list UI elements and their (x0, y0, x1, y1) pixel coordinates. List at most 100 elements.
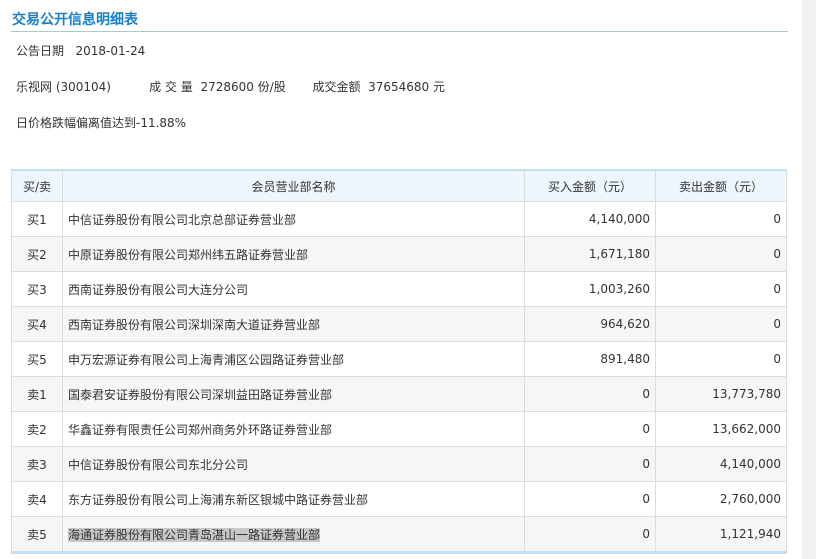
cell-member: 中原证券股份有限公司郑州纬五路证券营业部 (62, 236, 525, 272)
member-text: 国泰君安证券股份有限公司深圳益田路证券营业部 (68, 387, 333, 402)
sell-amount-text: 2,760,000 (719, 492, 781, 506)
cell-member: 东方证券股份有限公司上海浦东新区银城中路证券营业部 (62, 481, 525, 517)
sell-amount-text: 1,121,940 (719, 527, 781, 541)
cell-sell-amount: 1,121,940 (655, 516, 787, 553)
member-text: 华鑫证券有限责任公司郑州商务外环路证券营业部 (68, 422, 333, 437)
side-text: 卖5 (27, 527, 47, 542)
table-row: 卖4 东方证券股份有限公司上海浦东新区银城中路证券营业部 0 2,760,000 (11, 481, 787, 517)
cell-sell-amount: 0 (655, 306, 787, 342)
cell-sell-amount: 0 (655, 341, 787, 377)
amount-value: 37654680 元 (368, 80, 446, 94)
cell-sell-amount: 13,662,000 (655, 411, 787, 447)
side-text: 买3 (27, 282, 47, 297)
cell-side: 买4 (11, 306, 63, 342)
header-buy: 买入金额（元） (524, 169, 656, 202)
cell-side: 卖3 (11, 446, 63, 482)
header-sell: 卖出金额（元） (655, 169, 787, 202)
sell-amount-text: 0 (773, 352, 781, 366)
sell-amount-text: 0 (773, 282, 781, 296)
summary-line: 乐视网 (300104) 成 交 量 2728600 份/股 成交金额 3765… (16, 78, 445, 95)
side-text: 卖3 (27, 457, 47, 472)
member-text: 申万宏源证券有限公司上海青浦区公园路证券营业部 (68, 352, 345, 367)
cell-sell-amount: 0 (655, 271, 787, 307)
cell-member: 中信证券股份有限公司东北分公司 (62, 446, 525, 482)
cell-sell-amount: 0 (655, 201, 787, 237)
date-line: 公告日期 2018-01-24 (16, 42, 145, 59)
date-label: 公告日期 (16, 44, 65, 58)
side-text: 卖2 (27, 422, 47, 437)
volume-label: 成 交 量 (149, 80, 193, 94)
cell-buy-amount: 0 (524, 481, 656, 517)
cell-buy-amount: 4,140,000 (524, 201, 656, 237)
member-text: 海通证券股份有限公司青岛湛山一路证券营业部 (68, 527, 321, 542)
title-divider (11, 31, 788, 32)
cell-side: 卖1 (11, 376, 63, 412)
scrollbar[interactable] (802, 0, 816, 559)
cell-buy-amount: 0 (524, 376, 656, 412)
cell-member: 西南证券股份有限公司大连分公司 (62, 271, 525, 307)
sell-amount-text: 13,662,000 (712, 422, 781, 436)
volume-value: 2728600 份/股 (200, 80, 286, 94)
cell-side: 买5 (11, 341, 63, 377)
cell-sell-amount: 0 (655, 236, 787, 272)
cell-buy-amount: 0 (524, 516, 656, 553)
sell-amount-text: 13,773,780 (712, 387, 781, 401)
buy-amount-text: 964,620 (600, 317, 650, 331)
buy-amount-text: 0 (642, 422, 650, 436)
buy-amount-text: 4,140,000 (588, 212, 650, 226)
side-text: 卖4 (27, 492, 47, 507)
side-text: 卖1 (27, 387, 47, 402)
side-text: 买5 (27, 352, 47, 367)
cell-member: 华鑫证券有限责任公司郑州商务外环路证券营业部 (62, 411, 525, 447)
cell-side: 买2 (11, 236, 63, 272)
side-text: 买4 (27, 317, 47, 332)
cell-side: 卖2 (11, 411, 63, 447)
member-text: 西南证券股份有限公司深圳深南大道证券营业部 (68, 317, 321, 332)
cell-member: 申万宏源证券有限公司上海青浦区公园路证券营业部 (62, 341, 525, 377)
page-title: 交易公开信息明细表 (12, 12, 138, 28)
header-member: 会员营业部名称 (62, 169, 525, 202)
cell-buy-amount: 1,003,260 (524, 271, 656, 307)
cell-sell-amount: 2,760,000 (655, 481, 787, 517)
table-header: 买/卖 会员营业部名称 买入金额（元） 卖出金额（元） (11, 169, 787, 202)
member-text: 中信证券股份有限公司东北分公司 (68, 457, 249, 472)
cell-sell-amount: 4,140,000 (655, 446, 787, 482)
buy-amount-text: 1,671,180 (588, 247, 650, 261)
side-text: 买2 (27, 247, 47, 262)
cell-buy-amount: 1,671,180 (524, 236, 656, 272)
deviation-note: 日价格跌幅偏离值达到-11.88% (16, 116, 187, 130)
member-text: 中信证券股份有限公司北京总部证券营业部 (68, 212, 297, 227)
cell-side: 卖4 (11, 481, 63, 517)
buy-amount-text: 891,480 (600, 352, 650, 366)
cell-buy-amount: 964,620 (524, 306, 656, 342)
buy-amount-text: 0 (642, 457, 650, 471)
cell-side: 买3 (11, 271, 63, 307)
amount-label: 成交金额 (312, 80, 361, 94)
date-value: 2018-01-24 (75, 44, 146, 58)
table-row: 卖3 中信证券股份有限公司东北分公司 0 4,140,000 (11, 446, 787, 482)
cell-buy-amount: 891,480 (524, 341, 656, 377)
member-text: 东方证券股份有限公司上海浦东新区银城中路证券营业部 (68, 492, 369, 507)
cell-side: 卖5 (11, 516, 63, 553)
sell-amount-text: 4,140,000 (719, 457, 781, 471)
cell-sell-amount: 13,773,780 (655, 376, 787, 412)
sell-amount-text: 0 (773, 317, 781, 331)
cell-member: 中信证券股份有限公司北京总部证券营业部 (62, 201, 525, 237)
trade-detail-table: 买/卖 会员营业部名称 买入金额（元） 卖出金额（元） 买1 中信证券股份有限公司… (11, 169, 787, 554)
buy-amount-text: 0 (642, 492, 650, 506)
table-row: 卖5 海通证券股份有限公司青岛湛山一路证券营业部 0 1,121,940 (11, 516, 787, 553)
table-row: 买1 中信证券股份有限公司北京总部证券营业部 4,140,000 0 (11, 201, 787, 237)
table-row: 买3 西南证券股份有限公司大连分公司 1,003,260 0 (11, 271, 787, 307)
member-text: 西南证券股份有限公司大连分公司 (68, 282, 249, 297)
sell-amount-text: 0 (773, 247, 781, 261)
cell-member: 西南证券股份有限公司深圳深南大道证券营业部 (62, 306, 525, 342)
buy-amount-text: 0 (642, 387, 650, 401)
header-side: 买/卖 (11, 169, 63, 202)
table-row: 卖1 国泰君安证券股份有限公司深圳益田路证券营业部 0 13,773,780 (11, 376, 787, 412)
table-row: 卖2 华鑫证券有限责任公司郑州商务外环路证券营业部 0 13,662,000 (11, 411, 787, 447)
buy-amount-text: 1,003,260 (588, 282, 650, 296)
table-row: 买2 中原证券股份有限公司郑州纬五路证券营业部 1,671,180 0 (11, 236, 787, 272)
cell-member: 国泰君安证券股份有限公司深圳益田路证券营业部 (62, 376, 525, 412)
sell-amount-text: 0 (773, 212, 781, 226)
cell-member: 海通证券股份有限公司青岛湛山一路证券营业部 (62, 516, 525, 553)
